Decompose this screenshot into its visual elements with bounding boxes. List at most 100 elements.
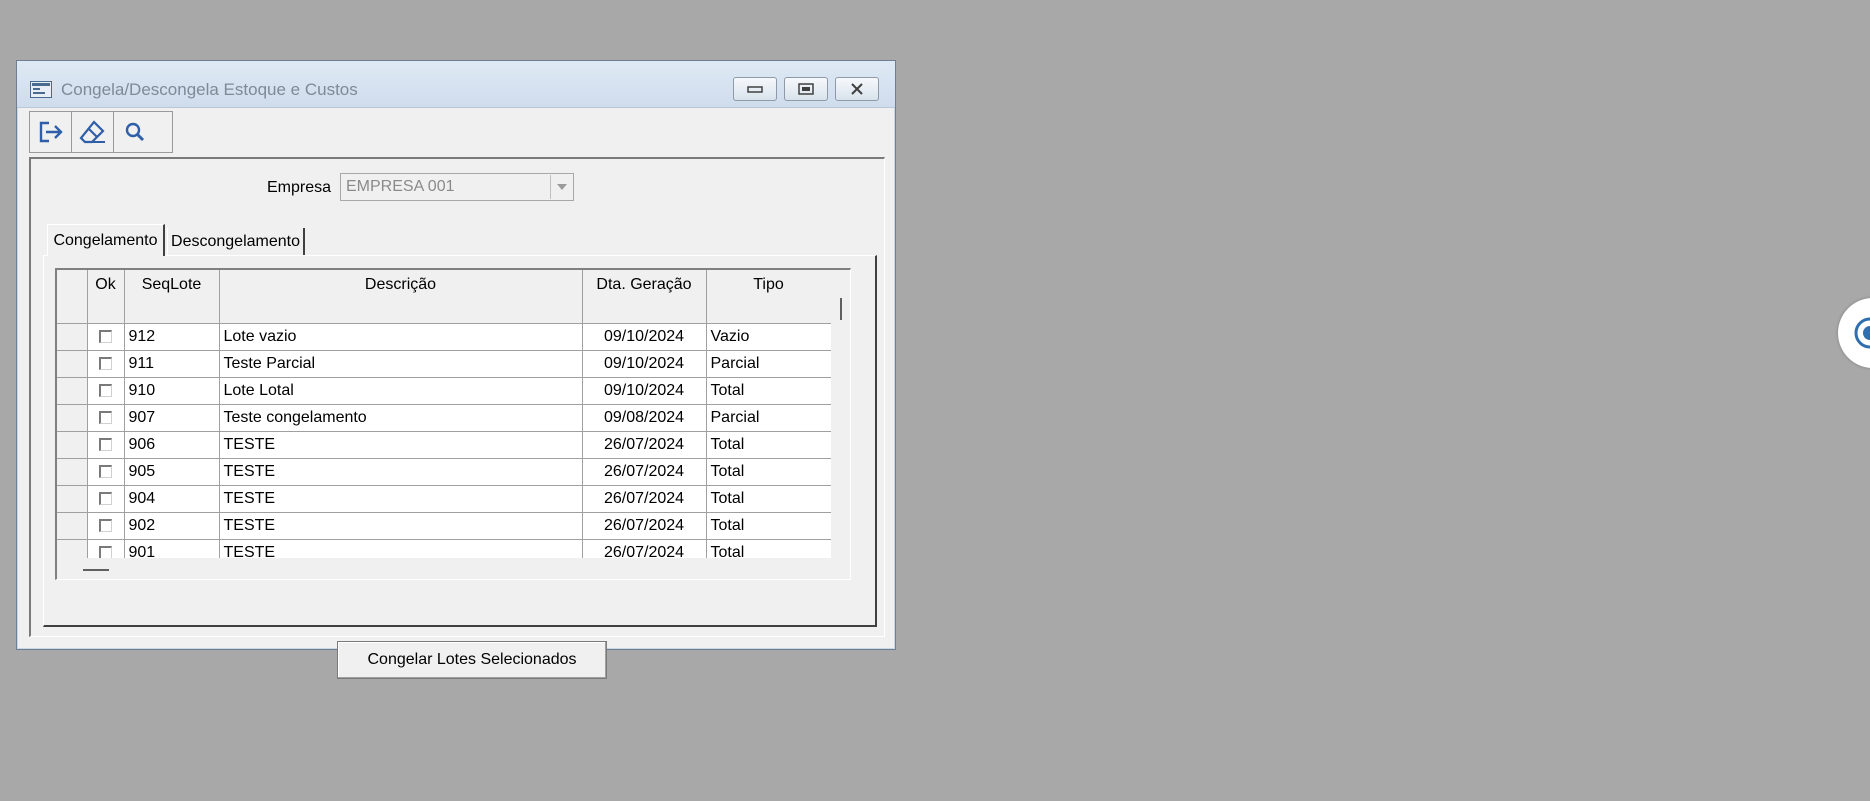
seqlote-cell: 901	[124, 539, 220, 558]
row-indicator[interactable]	[57, 350, 88, 378]
lotes-grid[interactable]: Ok SeqLote Descrição Dta. Geração Tipo 9…	[55, 268, 851, 580]
table-row[interactable]: 910 Lote Lotal 09/10/2024 Total	[57, 377, 831, 405]
close-icon	[851, 83, 863, 95]
congelar-lotes-button[interactable]: Congelar Lotes Selecionados	[337, 641, 607, 679]
close-button[interactable]	[835, 77, 879, 101]
row-indicator[interactable]	[57, 485, 88, 513]
row-indicator[interactable]	[57, 458, 88, 486]
descricao-cell: Teste congelamento	[219, 404, 583, 432]
row-indicator[interactable]	[57, 539, 88, 558]
tab-congelamento[interactable]: Congelamento	[47, 224, 165, 256]
dta-geracao-cell: 26/07/2024	[582, 485, 707, 513]
toolbar	[29, 111, 173, 153]
col-header-descricao[interactable]: Descrição	[219, 270, 583, 324]
descricao-cell: Teste Parcial	[219, 350, 583, 378]
col-header-tipo[interactable]: Tipo	[706, 270, 831, 324]
eraser-icon	[79, 120, 105, 144]
tipo-cell: Vazio	[706, 323, 831, 351]
seqlote-cell: 912	[124, 323, 220, 351]
table-row[interactable]: 911 Teste Parcial 09/10/2024 Parcial	[57, 350, 831, 378]
dta-geracao-cell: 09/10/2024	[582, 377, 707, 405]
seqlote-cell: 906	[124, 431, 220, 459]
col-header-ok[interactable]: Ok	[87, 270, 125, 324]
ok-cell[interactable]	[87, 431, 125, 459]
col-header-dta-geracao[interactable]: Dta. Geração	[582, 270, 707, 324]
ok-cell[interactable]	[87, 485, 125, 513]
app-icon	[30, 81, 52, 98]
search-button[interactable]	[114, 112, 156, 152]
table-row[interactable]: 902 TESTE 26/07/2024 Total	[57, 512, 831, 540]
row-checkbox[interactable]	[99, 357, 112, 371]
ok-cell[interactable]	[87, 539, 125, 558]
minimize-button[interactable]	[733, 77, 777, 101]
dta-geracao-cell: 26/07/2024	[582, 431, 707, 459]
header-row: Ok SeqLote Descrição Dta. Geração Tipo	[57, 270, 831, 324]
row-indicator[interactable]	[57, 323, 88, 351]
tipo-cell: Parcial	[706, 350, 831, 378]
ok-cell[interactable]	[87, 377, 125, 405]
search-icon	[125, 122, 145, 142]
dta-geracao-cell: 09/10/2024	[582, 323, 707, 351]
table-row[interactable]: 906 TESTE 26/07/2024 Total	[57, 431, 831, 459]
row-checkbox[interactable]	[99, 465, 112, 479]
exit-button[interactable]	[30, 112, 72, 152]
horizontal-scrollbar[interactable]	[57, 558, 831, 579]
row-checkbox[interactable]	[99, 330, 112, 344]
seqlote-cell: 905	[124, 458, 220, 486]
table-row[interactable]: 912 Lote vazio 09/10/2024 Vazio	[57, 323, 831, 351]
row-indicator[interactable]	[57, 512, 88, 540]
table-row[interactable]: 907 Teste congelamento 09/08/2024 Parcia…	[57, 404, 831, 432]
table-row[interactable]: 904 TESTE 26/07/2024 Total	[57, 485, 831, 513]
clear-button[interactable]	[72, 112, 114, 152]
row-indicator[interactable]	[57, 377, 88, 405]
descricao-cell: TESTE	[219, 539, 583, 558]
ok-cell[interactable]	[87, 404, 125, 432]
maximize-button[interactable]	[784, 77, 828, 101]
row-checkbox[interactable]	[99, 384, 112, 398]
row-checkbox[interactable]	[99, 492, 112, 506]
row-checkbox[interactable]	[99, 546, 112, 558]
tipo-cell: Total	[706, 431, 831, 459]
row-indicator[interactable]	[57, 404, 88, 432]
ok-cell[interactable]	[87, 512, 125, 540]
table-row[interactable]: 905 TESTE 26/07/2024 Total	[57, 458, 831, 486]
tipo-cell: Total	[706, 512, 831, 540]
restore-icon	[798, 83, 814, 95]
seqlote-cell: 904	[124, 485, 220, 513]
col-header-seqlote[interactable]: SeqLote	[124, 270, 220, 324]
row-indicator[interactable]	[57, 431, 88, 459]
row-checkbox[interactable]	[99, 519, 112, 533]
empresa-label: Empresa	[267, 179, 332, 196]
tipo-cell: Total	[706, 485, 831, 513]
tipo-cell: Total	[706, 539, 831, 558]
tab-descongelamento[interactable]: Descongelamento	[167, 228, 305, 256]
ok-cell[interactable]	[87, 323, 125, 351]
title-bar[interactable]: Congela/Descongela Estoque e Custos	[17, 61, 895, 108]
dta-geracao-cell: 26/07/2024	[582, 458, 707, 486]
empresa-dropdown-button[interactable]	[550, 175, 572, 199]
row-checkbox[interactable]	[99, 411, 112, 425]
dta-geracao-cell: 26/07/2024	[582, 512, 707, 540]
row-indicator-header	[57, 270, 88, 324]
dta-geracao-cell: 09/08/2024	[582, 404, 707, 432]
descricao-cell: TESTE	[219, 485, 583, 513]
vertical-scroll-thumb[interactable]	[840, 298, 842, 320]
vertical-scrollbar[interactable]	[831, 270, 850, 558]
dta-geracao-cell: 26/07/2024	[582, 539, 707, 558]
table-row[interactable]: 901 TESTE 26/07/2024 Total	[57, 539, 831, 558]
descricao-cell: Lote vazio	[219, 323, 583, 351]
seqlote-cell: 910	[124, 377, 220, 405]
tipo-cell: Total	[706, 377, 831, 405]
ok-cell[interactable]	[87, 350, 125, 378]
ok-cell[interactable]	[87, 458, 125, 486]
seqlote-cell: 902	[124, 512, 220, 540]
seqlote-cell: 911	[124, 350, 220, 378]
empresa-select[interactable]: EMPRESA 001	[340, 173, 574, 201]
horizontal-scroll-thumb[interactable]	[83, 569, 109, 571]
row-checkbox[interactable]	[99, 438, 112, 452]
seqlote-cell: 907	[124, 404, 220, 432]
minimize-icon	[747, 86, 763, 93]
descricao-cell: Lote Lotal	[219, 377, 583, 405]
dta-geracao-cell: 09/10/2024	[582, 350, 707, 378]
chat-assistant-button[interactable]	[1838, 298, 1870, 368]
